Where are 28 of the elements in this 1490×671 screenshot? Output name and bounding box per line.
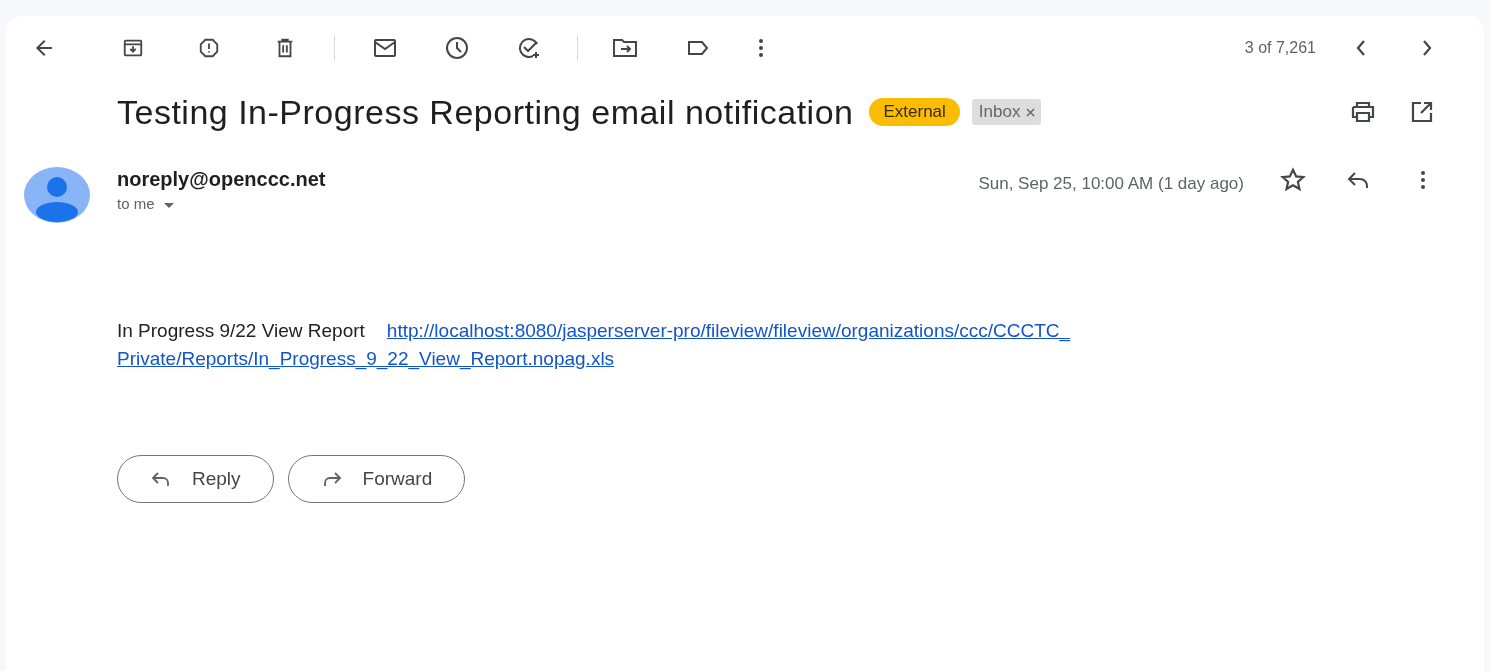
reply-arrow-icon xyxy=(150,470,172,488)
clock-icon[interactable] xyxy=(445,36,469,60)
recipient-text: to me xyxy=(117,194,155,214)
open-in-new-window-icon[interactable] xyxy=(1410,100,1434,124)
reply-icon[interactable] xyxy=(1346,170,1370,190)
move-to-folder-icon[interactable] xyxy=(612,37,638,59)
external-badge: External xyxy=(869,98,960,126)
sender-address: noreply@openccc.net xyxy=(117,167,326,191)
dropdown-caret-icon[interactable] xyxy=(162,202,175,211)
star-icon[interactable] xyxy=(1280,167,1306,193)
page-counter: 3 of 7,261 xyxy=(1244,38,1316,58)
mail-icon[interactable] xyxy=(373,37,397,59)
date-text: Sun, Sep 25, 10:00 AM (1 day ago) xyxy=(978,173,1244,195)
previous-icon[interactable] xyxy=(1354,39,1368,57)
body-text: In Progress 9/22 View Report xyxy=(117,319,365,343)
email-subject: Testing In-Progress Reporting email notification xyxy=(117,91,854,133)
report-link[interactable]: http://localhost:8080/jasperserver-pro/fileview/fileview/organizations/ccc/CCCTC_ xyxy=(386,317,1071,345)
more-options-icon[interactable] xyxy=(758,38,764,58)
avatar xyxy=(24,167,90,223)
remove-icon[interactable] xyxy=(1026,107,1036,117)
report-link[interactable]: Private/Reports/In_Progress_9_22_View_Report.nopag.xls xyxy=(117,345,615,373)
label-icon[interactable] xyxy=(686,39,710,57)
warning-icon[interactable] xyxy=(198,37,220,59)
label-tag: Inbox xyxy=(971,99,1042,125)
more-options-icon[interactable] xyxy=(1420,170,1426,190)
print-icon[interactable] xyxy=(1350,101,1376,123)
archive-icon[interactable] xyxy=(122,37,144,59)
next-icon[interactable] xyxy=(1420,39,1434,57)
